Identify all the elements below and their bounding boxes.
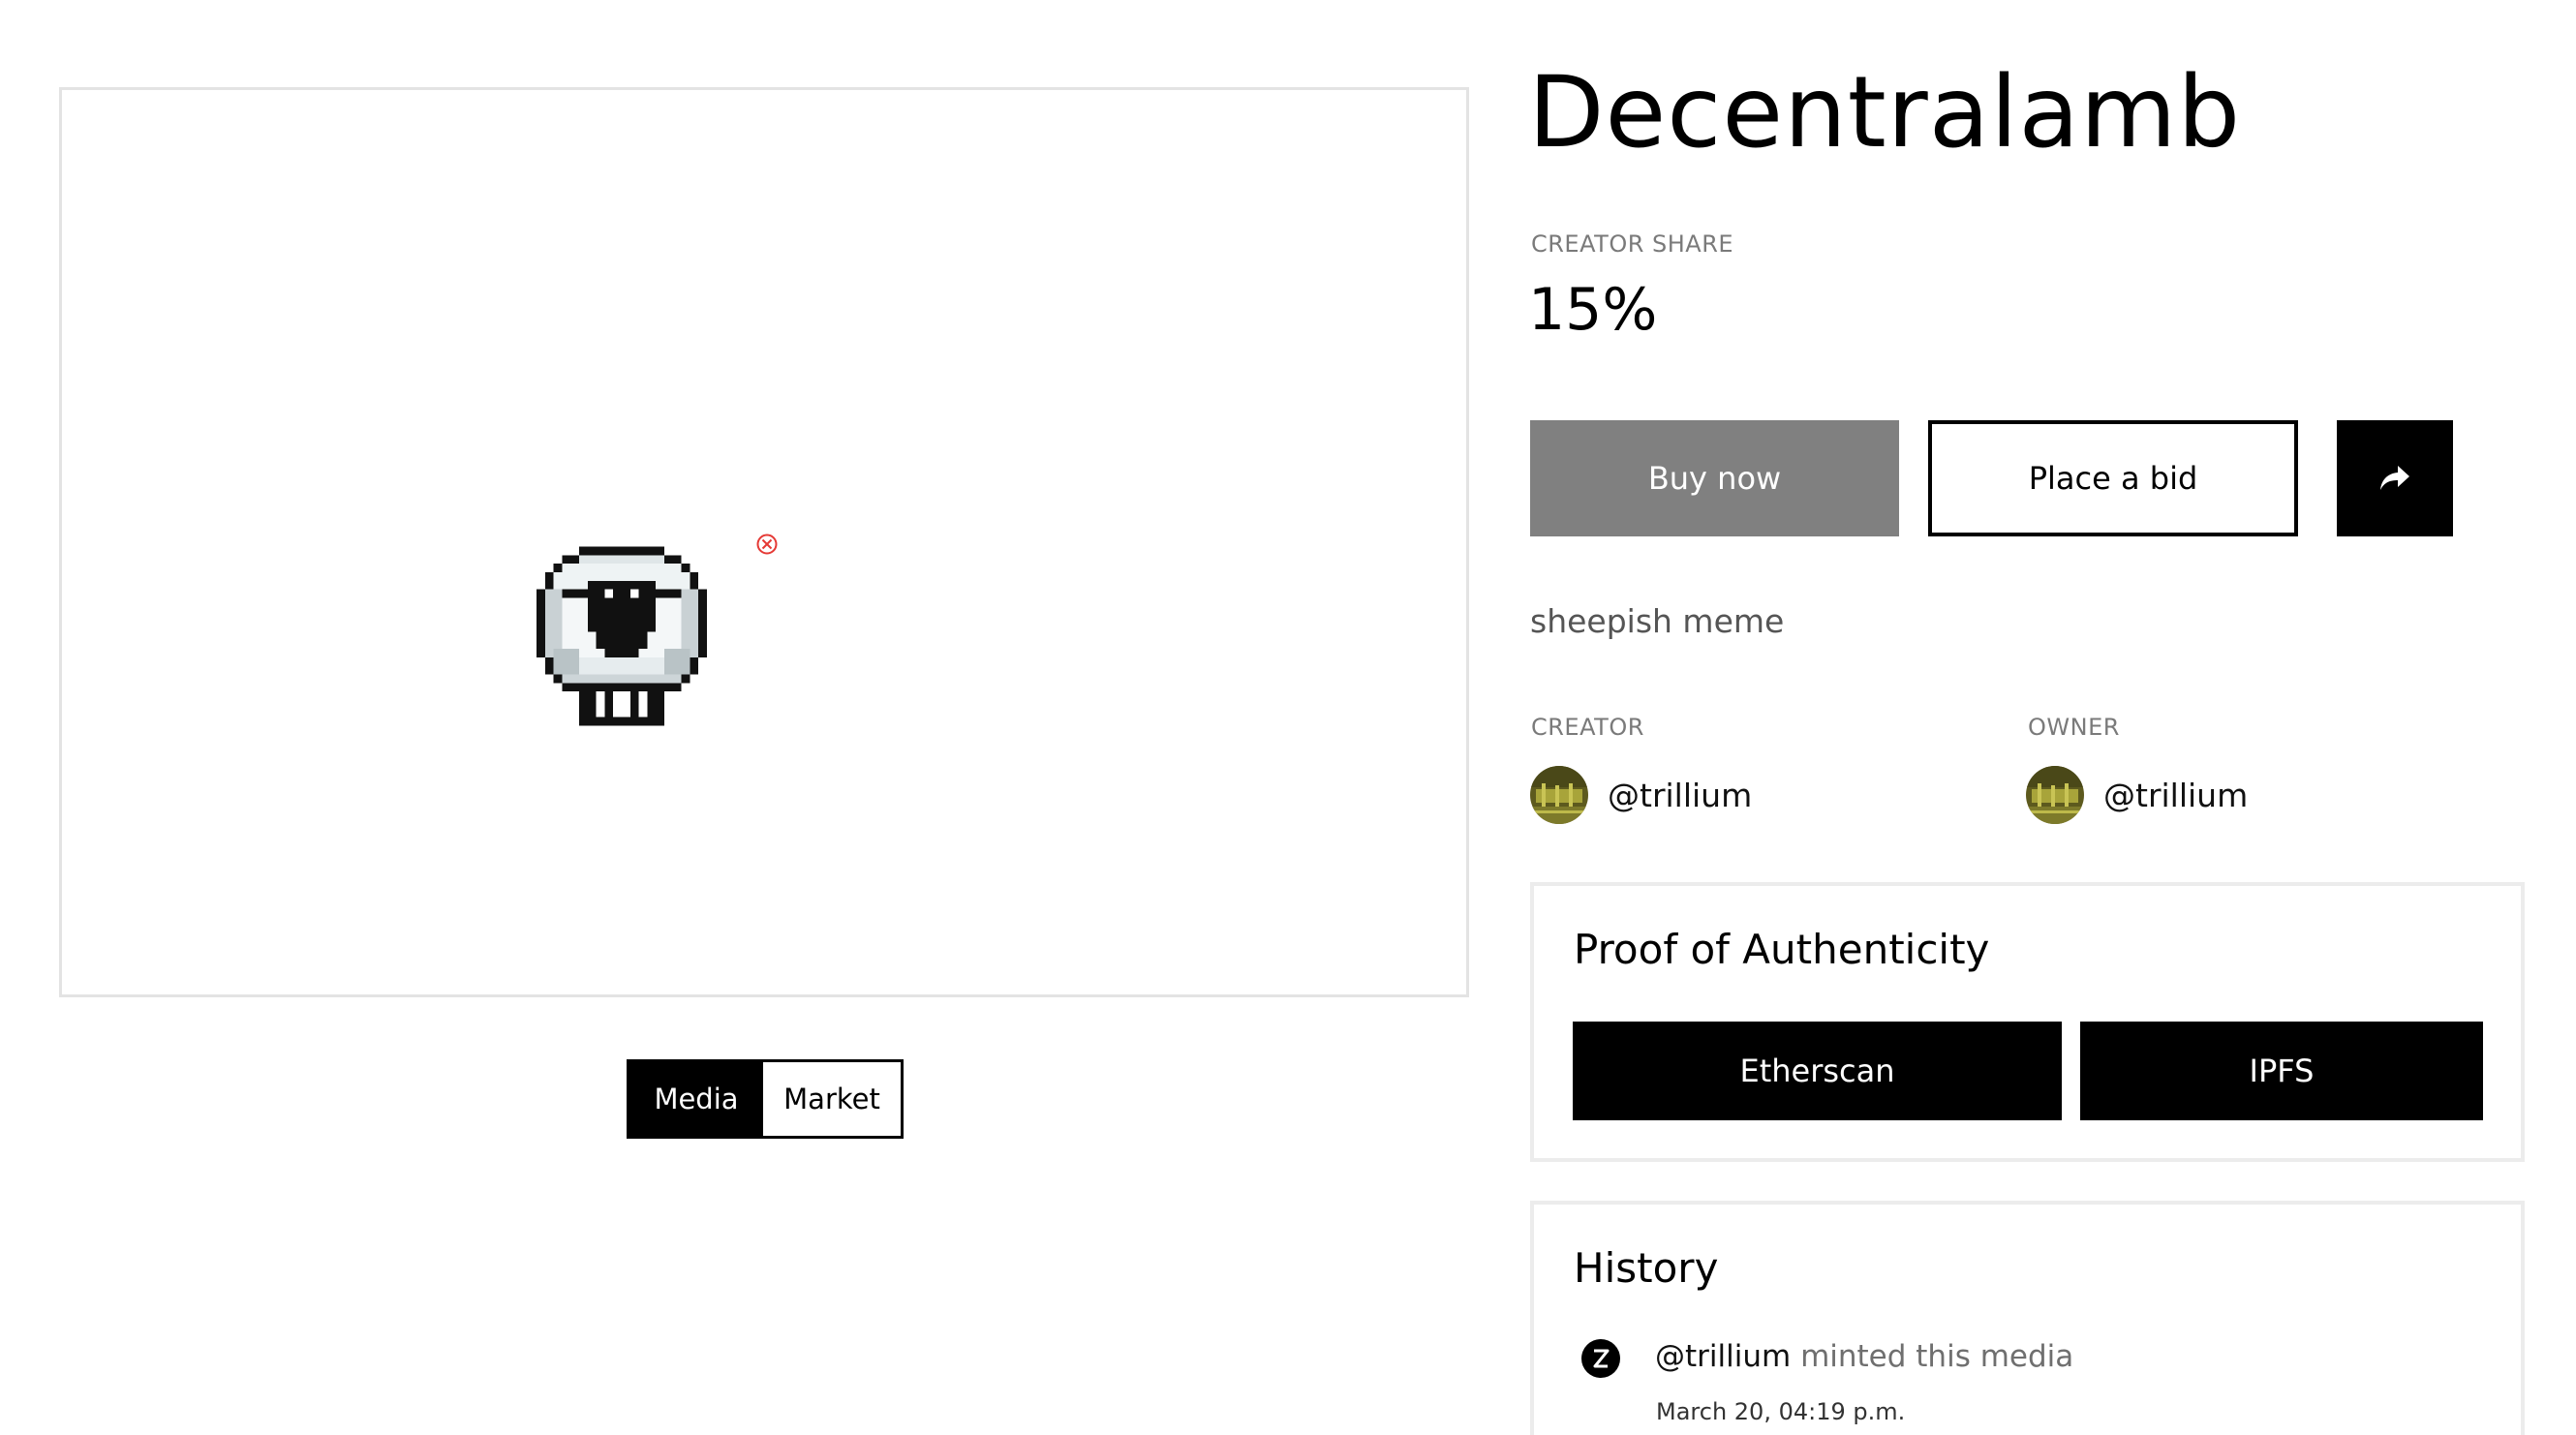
history-event: @trillium minted this media [1655, 1339, 2073, 1374]
mint-event-icon [1581, 1339, 1620, 1378]
history-event-date: March 20, 04:19 p.m. [1656, 1398, 1906, 1425]
proof-title: Proof of Authenticity [1574, 926, 1990, 973]
tab-media[interactable]: Media [629, 1062, 763, 1136]
owner-profile-link[interactable]: @trillium [2026, 765, 2248, 825]
view-tab-group: Media Market [627, 1059, 904, 1139]
creator-share-label: CREATOR SHARE [1531, 230, 1734, 258]
history-event-action: minted this media [1800, 1339, 2074, 1374]
creator-handle: @trillium [1608, 776, 1753, 814]
history-title: History [1574, 1244, 1719, 1292]
owner-handle: @trillium [2103, 776, 2249, 814]
tab-market[interactable]: Market [763, 1062, 901, 1136]
creator-avatar [1530, 766, 1588, 824]
share-arrow-icon [2380, 466, 2409, 490]
owner-label: OWNER [2028, 714, 2120, 741]
creator-profile-link[interactable]: @trillium [1530, 765, 1752, 825]
share-button[interactable] [2337, 420, 2453, 536]
broken-media-icon [756, 534, 778, 555]
creator-label: CREATOR [1531, 714, 1644, 741]
etherscan-button[interactable]: Etherscan [1573, 1022, 2062, 1120]
place-bid-button[interactable]: Place a bid [1928, 420, 2298, 536]
sheep-pixel-art [537, 546, 707, 726]
token-description: sheepish meme [1530, 602, 1785, 640]
owner-avatar [2026, 766, 2084, 824]
history-event-user[interactable]: @trillium [1655, 1339, 1791, 1374]
token-title: Decentralamb [1528, 55, 2242, 170]
creator-share-value: 15% [1528, 276, 1658, 344]
ipfs-button[interactable]: IPFS [2080, 1022, 2483, 1120]
buy-now-button[interactable]: Buy now [1530, 420, 1899, 536]
